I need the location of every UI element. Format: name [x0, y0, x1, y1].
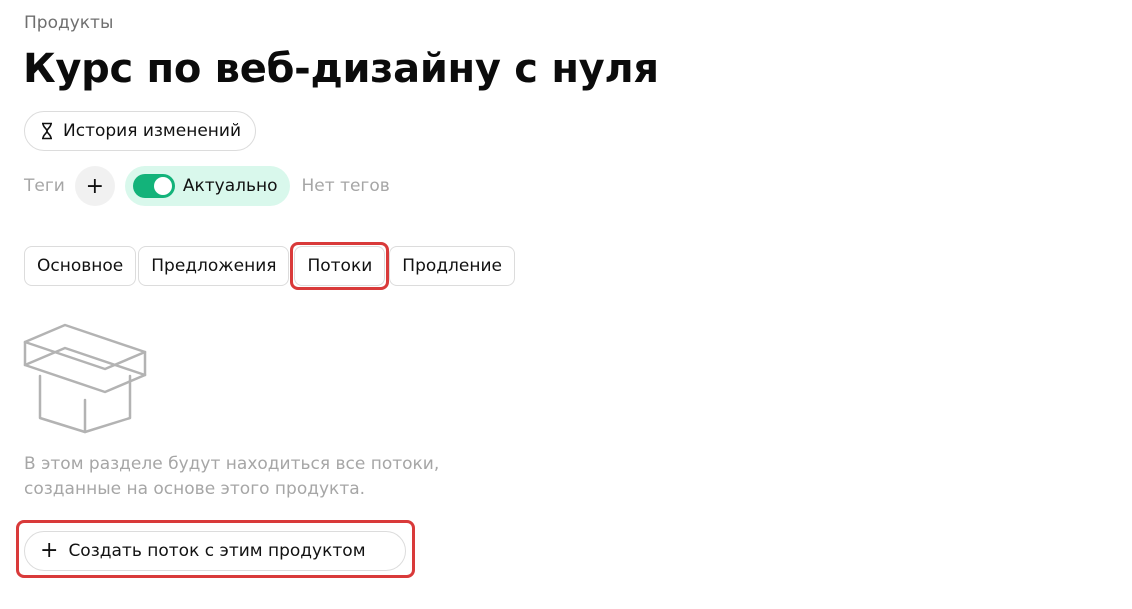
tab-renewal[interactable]: Продление: [389, 246, 515, 286]
history-button-label: История изменений: [63, 121, 241, 141]
toggle-switch[interactable]: [132, 174, 175, 198]
create-stream-button[interactable]: + Создать поток с этим продуктом: [24, 531, 406, 571]
tab-label: Продление: [402, 256, 502, 276]
breadcrumb[interactable]: Продукты: [24, 13, 113, 33]
plus-icon: +: [40, 538, 59, 563]
tabs-bar: Основное Предложения Потоки Продление: [24, 242, 517, 290]
product-page: Продукты Курс по веб-дизайну с нуля Исто…: [0, 0, 1132, 609]
empty-state-line: созданные на основе этого продукта.: [24, 479, 366, 499]
hourglass-icon: [39, 122, 55, 140]
page-title: Курс по веб-дизайну с нуля: [23, 46, 659, 92]
tab-label: Потоки: [307, 256, 373, 276]
empty-box-icon: [22, 322, 150, 438]
tab-main[interactable]: Основное: [24, 246, 137, 286]
tab-label: Основное: [37, 256, 124, 276]
tab-label: Предложения: [151, 256, 277, 276]
toggle-knob: [153, 177, 172, 195]
create-stream-label: Создать поток с этим продуктом: [68, 541, 366, 561]
tab-offers[interactable]: Предложения: [138, 246, 290, 286]
empty-state-line: В этом разделе будут находиться все пото…: [24, 454, 440, 474]
plus-icon: +: [85, 173, 105, 199]
status-toggle[interactable]: Актуально: [124, 166, 290, 206]
tab-streams[interactable]: Потоки: [290, 242, 390, 290]
tags-label: Теги: [24, 176, 65, 196]
add-tag-button[interactable]: +: [74, 166, 115, 206]
tags-row: Теги + Актуально Нет тегов: [24, 166, 390, 206]
empty-state-text: В этом разделе будут находиться все пото…: [24, 452, 544, 502]
status-label: Актуально: [182, 176, 278, 196]
no-tags-text: Нет тегов: [301, 176, 390, 196]
history-button[interactable]: История изменений: [24, 111, 256, 151]
